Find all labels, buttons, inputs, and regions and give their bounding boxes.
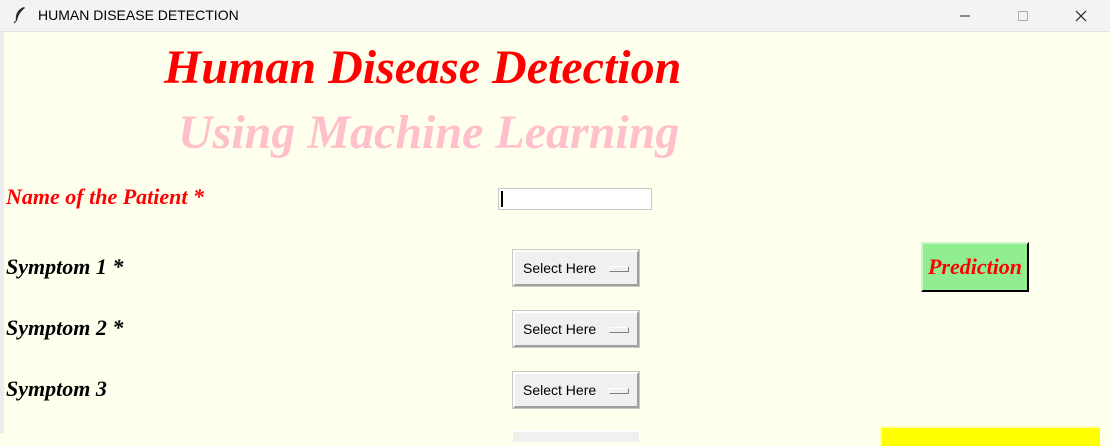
option-menu-indicator-icon [609,266,629,272]
app-title: Human Disease Detection [164,41,682,94]
symptom4-select-partial[interactable] [513,430,639,442]
window-titlebar: HUMAN DISEASE DETECTION [0,0,1110,32]
text-cursor [501,191,503,207]
symptom3-select[interactable]: Select Here [513,372,639,408]
symptom2-select-value: Select Here [523,321,597,337]
prediction-button[interactable]: Prediction [921,242,1029,292]
minimize-button[interactable] [936,0,994,31]
feather-icon [12,6,28,24]
symptom3-label: Symptom 3 [6,376,107,401]
maximize-button[interactable] [994,0,1052,31]
app-subtitle: Using Machine Learning [178,106,680,159]
secondary-action-button-partial[interactable] [880,426,1100,446]
option-menu-indicator-icon [609,327,629,333]
patient-name-input[interactable] [498,188,652,210]
option-menu-indicator-icon [609,388,629,394]
window-title: HUMAN DISEASE DETECTION [38,7,239,23]
symptom1-select[interactable]: Select Here [513,250,639,286]
close-button[interactable] [1052,0,1110,31]
symptom1-label: Symptom 1 * [6,254,124,279]
app-window-content: Human Disease Detection Using Machine Le… [4,32,1110,446]
symptom1-select-value: Select Here [523,260,597,276]
symptom2-label: Symptom 2 * [6,315,124,340]
symptom3-select-value: Select Here [523,382,597,398]
close-icon [1075,10,1087,21]
patient-name-label: Name of the Patient * [6,184,204,209]
symptom2-select[interactable]: Select Here [513,311,639,347]
